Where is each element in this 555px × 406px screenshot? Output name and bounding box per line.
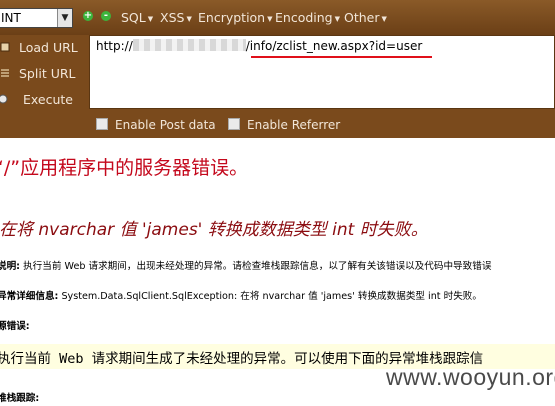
- exception-details-label: 异常详细信息:: [0, 291, 59, 302]
- split-url-button[interactable]: Split URL: [0, 66, 76, 81]
- description-line: 说明: 执行当前 Web 请求期间，出现未经处理的异常。请检查堆栈跟踪信息，以了…: [0, 258, 491, 272]
- type-select-value: INT: [1, 11, 21, 25]
- caret-down-icon: ▼: [334, 14, 340, 23]
- plus-icon[interactable]: +: [83, 11, 93, 21]
- enable-post-checkbox[interactable]: Enable Post data: [96, 118, 216, 132]
- execute-icon: [0, 92, 14, 107]
- error-page-title: “/”应用程序中的服务器错误。: [0, 157, 249, 179]
- load-url-button[interactable]: Load URL: [0, 40, 78, 55]
- caret-down-icon: ▼: [381, 14, 387, 23]
- description-text: 执行当前 Web 请求期间，出现未经处理的异常。请检查堆栈跟踪信息，以了解有关该…: [23, 261, 492, 272]
- stack-trace-label-text: 堆栈跟踪:: [0, 393, 40, 404]
- caret-down-icon: ▼: [147, 14, 154, 23]
- exception-details-line: 异常详细信息: System.Data.SqlClient.SqlExcepti…: [0, 288, 482, 302]
- exception-details-text: System.Data.SqlClient.SqlException: 在将 n…: [61, 291, 482, 302]
- enable-post-label: Enable Post data: [115, 118, 216, 132]
- stack-trace-label: 堆栈跟踪:: [0, 390, 39, 404]
- menu-encryption[interactable]: Encryption ▼: [198, 10, 273, 25]
- menu-sql[interactable]: SQL ▼: [121, 10, 153, 25]
- menu-encoding-label: Encoding: [275, 10, 333, 25]
- type-select[interactable]: INT ▼: [0, 8, 73, 28]
- checkbox-icon[interactable]: [96, 118, 108, 130]
- source-error-label: 源错误:: [0, 318, 30, 332]
- minus-icon[interactable]: -: [101, 11, 111, 21]
- url-annotation-underline: [251, 56, 432, 58]
- hackbar-toolbar: INT ▼ + - SQL ▼ XSS ▼ Encryption ▼ Encoding…: [0, 0, 555, 138]
- menu-other[interactable]: Other ▼: [344, 10, 387, 25]
- checkbox-icon[interactable]: [228, 118, 240, 130]
- hackbar-menubar: INT ▼ + - SQL ▼ XSS ▼ Encryption ▼ Encoding…: [0, 0, 555, 35]
- source-error-label-text: 源错误:: [0, 321, 30, 332]
- menu-xss[interactable]: XSS ▼: [160, 10, 192, 25]
- description-label: 说明:: [0, 261, 21, 272]
- split-icon: [0, 66, 14, 81]
- load-icon: [0, 40, 14, 55]
- watermark: www.wooyun.org: [386, 364, 555, 390]
- menu-sql-label: SQL: [121, 10, 146, 25]
- caret-down-icon: ▼: [186, 14, 192, 23]
- url-value: http:// /info/zclist_new.aspx?id=user: [96, 39, 422, 53]
- url-textarea[interactable]: http:// /info/zclist_new.aspx?id=user: [89, 35, 555, 109]
- redacted-host: [132, 39, 246, 51]
- url-path: /info/zclist_new.aspx?id=user: [245, 39, 423, 53]
- chevron-down-icon[interactable]: ▼: [57, 9, 72, 27]
- execute-label: Execute: [23, 92, 73, 107]
- execute-button[interactable]: Execute: [0, 92, 73, 107]
- load-url-label: Load URL: [19, 40, 78, 55]
- menu-encoding[interactable]: Encoding ▼: [275, 10, 340, 25]
- caret-down-icon: ▼: [267, 14, 273, 23]
- menu-encryption-label: Encryption: [198, 10, 266, 25]
- menu-other-label: Other: [344, 10, 380, 25]
- split-url-label: Split URL: [19, 66, 76, 81]
- enable-referrer-checkbox[interactable]: Enable Referrer: [228, 118, 340, 132]
- enable-referrer-label: Enable Referrer: [247, 118, 341, 132]
- url-prefix: http://: [96, 39, 133, 53]
- error-message: 在将 nvarchar 值 'james' 转换成数据类型 int 时失败。: [0, 220, 428, 240]
- menu-xss-label: XSS: [160, 10, 185, 25]
